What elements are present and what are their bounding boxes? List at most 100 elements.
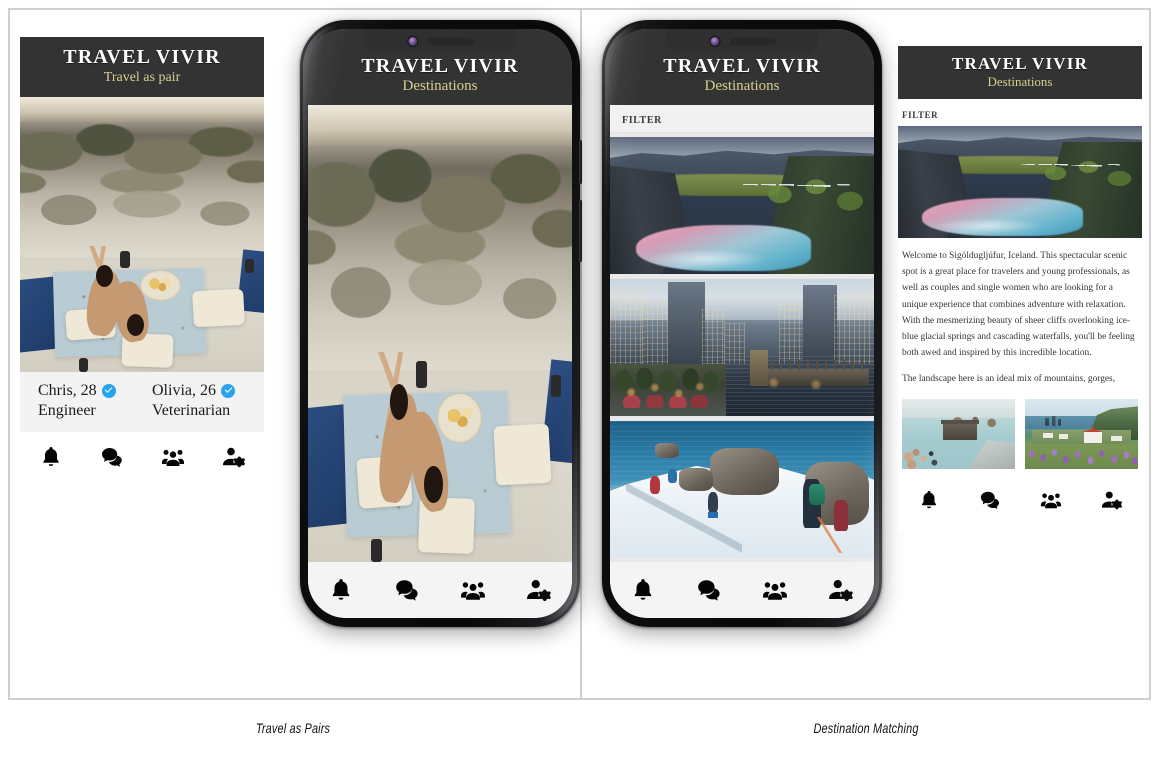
earpiece-speaker	[728, 37, 775, 45]
people-group-icon	[763, 582, 787, 600]
couple-picnic-image	[308, 105, 572, 562]
app-title: TRAVEL VIVIR	[663, 55, 821, 77]
app-title: TRAVEL VIVIR	[951, 54, 1089, 73]
destination-detail-card: TRAVEL VIVIR Destinations FILTER Welcome…	[898, 46, 1142, 532]
people-group-icon	[161, 449, 184, 466]
filter-label: FILTER	[622, 115, 662, 126]
vik-lupines-image	[1025, 399, 1138, 470]
earpiece-speaker	[426, 37, 473, 45]
phone-notch	[665, 29, 819, 53]
nav-groups[interactable]	[161, 445, 185, 469]
app-subtitle: Destinations	[704, 78, 780, 94]
profile-strip: Chris, 28 Engineer Olivia, 26 Veterinari…	[20, 372, 264, 432]
bell-icon	[921, 491, 936, 509]
nav-profile-settings[interactable]	[526, 577, 552, 603]
thumbnail-vik-lupines[interactable]	[1025, 399, 1138, 470]
person-settings-icon	[829, 580, 853, 601]
app-title: TRAVEL VIVIR	[361, 55, 519, 77]
nav-messages[interactable]	[100, 445, 124, 469]
app-subtitle: Travel as pair	[103, 70, 181, 85]
snow-ridge-image	[610, 421, 874, 558]
front-camera-icon	[708, 35, 720, 47]
app-header: TRAVEL VIVIR Travel as pair	[20, 37, 264, 97]
app-title: TRAVEL VIVIR	[63, 46, 221, 68]
nav-groups[interactable]	[1040, 489, 1062, 511]
verified-badge-icon	[221, 384, 235, 398]
people-group-icon	[461, 582, 485, 600]
thumbnail-blue-lagoon[interactable]	[902, 399, 1015, 470]
bottom-nav	[610, 562, 874, 618]
bell-icon	[42, 447, 59, 466]
feed-card-canyon[interactable]	[610, 137, 874, 274]
detail-description: Welcome to Sigöldugljúfur, Iceland. This…	[898, 238, 1142, 387]
detail-thumbnail-row	[898, 387, 1142, 470]
profile-card-2[interactable]: Olivia, 26 Veterinarian	[142, 382, 256, 420]
person-settings-icon	[527, 580, 551, 601]
people-group-icon	[1040, 493, 1061, 509]
phone-screen: TRAVEL VIVIR Destinations	[308, 29, 572, 618]
nav-notifications[interactable]	[328, 577, 354, 603]
profile-occupation: Engineer	[38, 402, 96, 419]
bottom-nav	[308, 562, 572, 618]
nav-groups[interactable]	[460, 577, 486, 603]
caption-right: Destination Matching	[813, 720, 919, 736]
feed-card-city[interactable]	[610, 279, 874, 416]
filter-bar[interactable]: FILTER	[898, 99, 1142, 126]
travel-pair-card: TRAVEL VIVIR Travel as pair Chris, 28 En…	[20, 37, 264, 482]
canyon-image	[610, 137, 874, 274]
couple-photo	[308, 105, 572, 562]
nav-profile-settings[interactable]	[1101, 489, 1123, 511]
person-settings-icon	[222, 447, 245, 468]
phone-side-button[interactable]	[579, 140, 582, 184]
nav-profile-settings[interactable]	[222, 445, 246, 469]
couple-photo	[20, 97, 264, 372]
profile-name: Olivia, 26	[152, 382, 216, 399]
bell-icon	[634, 579, 652, 600]
profile-card-1[interactable]: Chris, 28 Engineer	[28, 382, 142, 420]
nav-messages[interactable]	[979, 489, 1001, 511]
app-subtitle: Destinations	[402, 78, 478, 94]
front-camera-icon	[406, 35, 418, 47]
bell-icon	[332, 579, 350, 600]
filter-label: FILTER	[902, 110, 939, 120]
mockup-frame: TRAVEL VIVIR Travel as pair Chris, 28 En…	[8, 8, 1151, 700]
detail-paragraph-1: Welcome to Sigöldugljúfur, Iceland. This…	[902, 251, 1135, 359]
bottom-nav	[898, 477, 1142, 524]
app-subtitle: Destinations	[987, 74, 1053, 89]
filter-bar[interactable]: FILTER	[610, 105, 874, 133]
chat-bubbles-icon	[980, 492, 999, 510]
chat-bubbles-icon	[396, 580, 418, 601]
canyon-image	[898, 126, 1142, 238]
profile-occupation: Veterinarian	[152, 402, 231, 419]
phone-mockup-left: TRAVEL VIVIR Destinations	[300, 20, 582, 627]
detail-paragraph-2: The landscape here is an ideal mix of mo…	[902, 374, 1116, 385]
nav-messages[interactable]	[696, 577, 722, 603]
nav-profile-settings[interactable]	[828, 577, 854, 603]
couple-picnic-image	[20, 97, 264, 372]
phone-side-button[interactable]	[579, 200, 582, 262]
city-riverwalk-image	[610, 279, 874, 416]
verified-badge-icon	[101, 384, 116, 398]
nav-groups[interactable]	[762, 577, 788, 603]
nav-notifications[interactable]	[39, 445, 63, 469]
chat-bubbles-icon	[698, 580, 720, 601]
nav-notifications[interactable]	[630, 577, 656, 603]
destination-feed	[610, 133, 874, 562]
feed-card-snow[interactable]	[610, 421, 874, 558]
person-settings-icon	[1101, 491, 1122, 510]
blue-lagoon-image	[902, 399, 1015, 470]
detail-hero-image[interactable]	[898, 126, 1142, 238]
nav-messages[interactable]	[394, 577, 420, 603]
bottom-nav	[20, 432, 264, 482]
caption-left: Travel as Pairs	[255, 720, 331, 736]
mockup-sheet: TRAVEL VIVIR Travel as pair Chris, 28 En…	[0, 0, 1159, 758]
profile-name-row: Olivia, 26	[152, 382, 256, 400]
profile-name-row: Chris, 28	[38, 382, 142, 400]
app-header: TRAVEL VIVIR Destinations	[898, 46, 1142, 99]
phone-notch	[363, 29, 517, 53]
phone-mockup-right: TRAVEL VIVIR Destinations FILTER	[602, 20, 882, 627]
phone-screen: TRAVEL VIVIR Destinations FILTER	[610, 29, 874, 618]
nav-notifications[interactable]	[918, 489, 940, 511]
panel-divider	[580, 10, 582, 698]
chat-bubbles-icon	[101, 448, 122, 467]
